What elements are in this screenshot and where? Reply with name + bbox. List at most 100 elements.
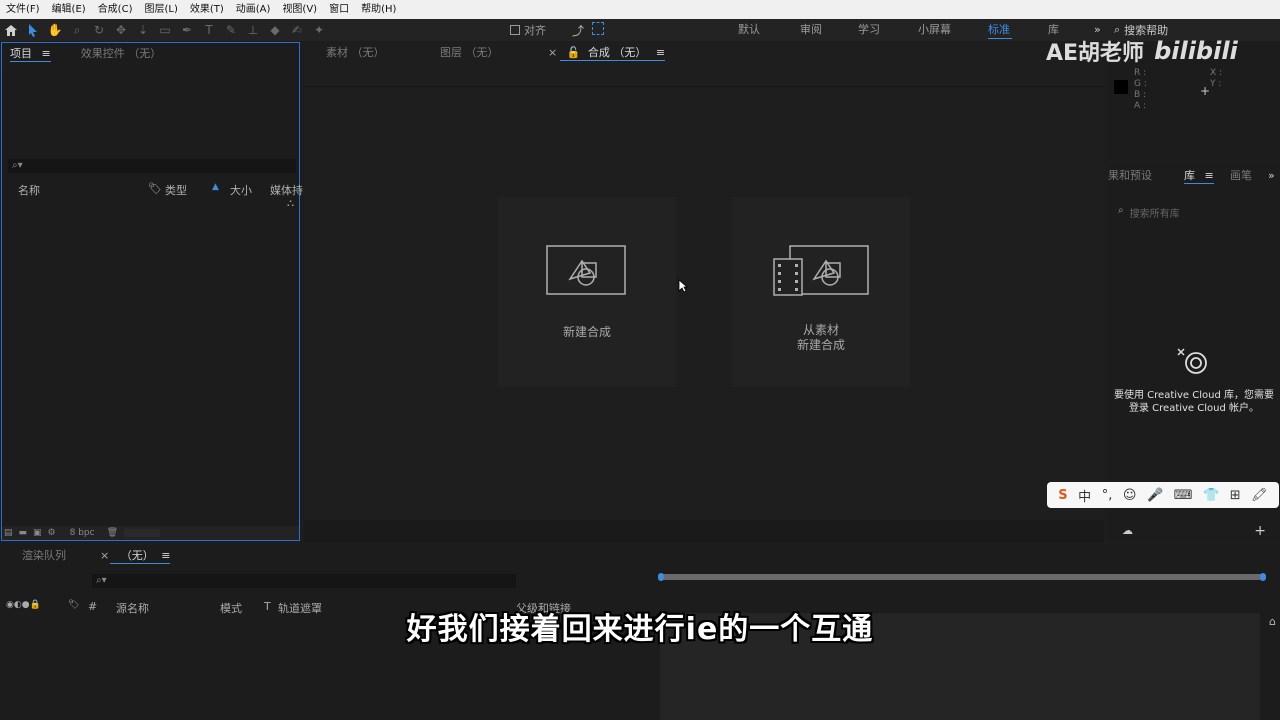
menu-layer[interactable]: 图层(L) [138, 0, 183, 19]
mouse-cursor-icon [678, 279, 688, 293]
ime-punctuation-icon[interactable]: °, [1102, 488, 1113, 503]
menu-view[interactable]: 视图(V) [276, 0, 323, 19]
selection-tool-icon[interactable] [22, 20, 44, 40]
tab-footage[interactable]: 素材 （无） [318, 42, 393, 64]
timeline-search-input[interactable]: ⌕▾ [92, 574, 516, 588]
snap-icon[interactable]: ⤴ [572, 22, 584, 39]
tab-libraries[interactable]: 库 ≡ [1176, 165, 1222, 187]
search-icon: ⌕▾ [96, 575, 107, 586]
interpret-footage-icon[interactable]: ▤ [4, 528, 13, 538]
workspace-standard[interactable]: 标准 ≡ [988, 19, 1012, 58]
menu-composition[interactable]: 合成(C) [92, 0, 139, 19]
workspace-learn[interactable]: 学习 [858, 19, 880, 41]
rectangle-tool-icon[interactable]: ▭ [154, 20, 176, 40]
tab-effects-presets[interactable]: 果和预设 [1100, 165, 1160, 187]
time-navigator[interactable] [658, 573, 1266, 581]
flowchart-icon[interactable]: ⛬ [287, 198, 294, 209]
puppet-tool-icon[interactable]: ✦ [308, 20, 330, 40]
trash-icon[interactable]: 🗑 [107, 528, 118, 538]
watermark: AE胡老师 bilibili [1046, 36, 1238, 66]
workspace-default[interactable]: 默认 [738, 19, 760, 41]
pen-tool-icon[interactable]: ✒ [176, 20, 198, 40]
settings-icon[interactable]: ⚙ [48, 528, 56, 538]
ime-voice-icon[interactable]: 🎤 [1147, 488, 1163, 503]
libraries-tabbar: 果和预设 库 ≡ 画笔 » [1108, 165, 1280, 187]
menu-window[interactable]: 窗口 [323, 0, 355, 19]
type-tool-icon[interactable]: T [198, 20, 220, 40]
hand-tool-icon[interactable]: ✋ [44, 20, 66, 40]
tab-brushes[interactable]: 画笔 [1222, 165, 1260, 187]
menu-file[interactable]: 文件(F) [0, 0, 46, 19]
ime-chinese-mode[interactable]: 中 [1078, 486, 1091, 505]
ime-pen-icon[interactable]: 🖍 [1251, 488, 1268, 503]
menu-edit[interactable]: 编辑(E) [46, 0, 92, 19]
workspace-small-screen[interactable]: 小屏幕 [918, 19, 951, 41]
home-icon[interactable] [0, 20, 22, 40]
bpc-label[interactable]: 8 bpc [70, 528, 95, 538]
camera-tool-icon[interactable]: ✥ [110, 20, 132, 40]
video-subtitle: 好我们接着回来进行ie的一个互通 [406, 612, 874, 647]
menu-animation[interactable]: 动画(A) [230, 0, 277, 19]
from-footage-card[interactable]: 从素材 新建合成 [732, 197, 910, 387]
library-search-input[interactable]: 搜索所有库 [1130, 205, 1180, 220]
tab-render-queue[interactable]: 渲染队列 [14, 545, 74, 567]
project-search-input[interactable]: ⌕▾ [8, 159, 296, 173]
add-icon[interactable]: + [1254, 523, 1266, 539]
new-folder-icon[interactable]: ▬ [19, 528, 28, 538]
tab-composition[interactable]: × 🔓 合成 （无） ≡ [540, 42, 673, 64]
channel-b: B : [1134, 90, 1147, 100]
close-icon[interactable]: × [548, 46, 557, 59]
workspace-review[interactable]: 审阅 [800, 19, 822, 41]
column-media[interactable]: 媒体持 [270, 182, 303, 198]
navigator-end-handle[interactable] [1260, 573, 1266, 581]
align-toggle[interactable]: 对齐 [510, 19, 546, 41]
menu-bar: 文件(F) 编辑(E) 合成(C) 图层(L) 效果(T) 动画(A) 视图(V… [0, 0, 1280, 19]
tab-layer[interactable]: 图层 （无） [432, 42, 507, 64]
rotate-tool-icon[interactable]: ↻ [88, 20, 110, 40]
new-composition-card[interactable]: 新建合成 [498, 197, 676, 387]
eraser-tool-icon[interactable]: ◆ [264, 20, 286, 40]
panel-menu-icon[interactable]: ≡ [161, 549, 170, 562]
cloud-sync-icon[interactable]: ☁ [1122, 524, 1133, 537]
column-type[interactable]: 类型 [165, 182, 187, 198]
thumbnail-slider[interactable] [124, 529, 161, 537]
stamp-tool-icon[interactable]: ⊥ [242, 20, 264, 40]
ime-toolbox-icon[interactable]: ⊞ [1230, 488, 1241, 503]
lock-icon[interactable]: 🔓 [567, 46, 581, 59]
brush-tool-icon[interactable]: ✎ [220, 20, 242, 40]
safe-zone-icon[interactable] [592, 22, 604, 35]
column-name[interactable]: 名称 [18, 182, 40, 198]
ime-skin-icon[interactable]: 👕 [1203, 488, 1219, 503]
channel-readouts: R : G : B : A : [1134, 68, 1147, 112]
navigator-start-handle[interactable] [658, 573, 664, 581]
zoom-tool-icon[interactable]: ⌕ [66, 20, 88, 40]
column-size[interactable]: 大小 [230, 182, 252, 198]
tab-libraries-label: 库 [1184, 169, 1195, 182]
tab-project[interactable]: 项目 ≡ [2, 43, 59, 65]
panel-menu-icon[interactable]: ≡ [42, 47, 51, 60]
menu-help[interactable]: 帮助(H) [355, 0, 402, 19]
from-footage-label-line1: 从素材 [802, 323, 839, 337]
project-tabbar: 项目 ≡ 效果控件 （无） [2, 43, 299, 65]
ime-keyboard-icon[interactable]: ⌨ [1174, 488, 1193, 503]
panel-menu-icon[interactable]: ≡ [1205, 169, 1214, 182]
roto-tool-icon[interactable]: ✍ [286, 20, 308, 40]
close-icon[interactable]: × [100, 549, 109, 562]
library-search[interactable]: ⌕ 搜索所有库 [1118, 205, 1180, 220]
active-underline [10, 61, 51, 62]
sogou-logo-icon[interactable]: S [1058, 488, 1067, 503]
project-footer: ▤ ▬ ▣ ⚙ 8 bpc 🗑 [2, 526, 299, 540]
panel-menu-icon[interactable]: ≡ [656, 46, 665, 59]
new-comp-icon[interactable]: ▣ [33, 528, 42, 538]
tab-timeline-none[interactable]: × （无） ≡ [92, 545, 178, 567]
crosshair-icon: + [1200, 84, 1211, 98]
channel-g: G : [1134, 79, 1147, 89]
bilibili-logo: bilibili [1154, 37, 1238, 65]
more-tabs-icon[interactable]: » [1268, 169, 1275, 182]
divider [304, 86, 1104, 87]
channel-a: A : [1134, 101, 1147, 111]
menu-effect[interactable]: 效果(T) [184, 0, 230, 19]
ime-emoji-icon[interactable]: ☺ [1123, 488, 1137, 503]
tab-effect-controls[interactable]: 效果控件 （无） [73, 43, 170, 65]
pan-behind-tool-icon[interactable]: ⇣ [132, 20, 154, 40]
